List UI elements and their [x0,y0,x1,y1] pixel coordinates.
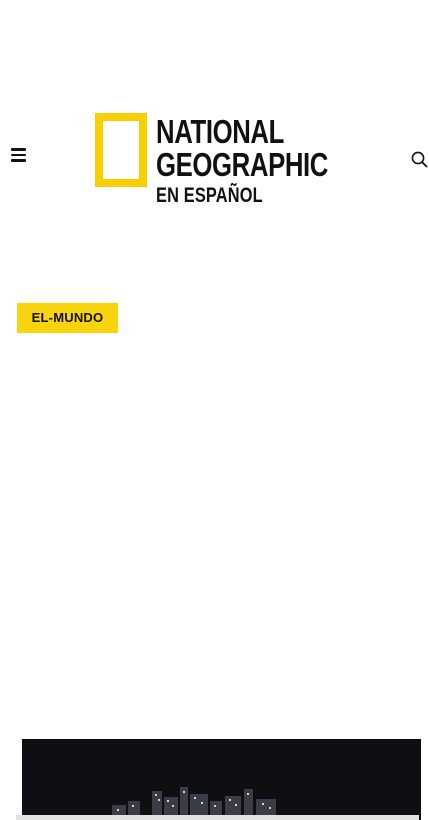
menu-bar [11,153,26,157]
image-bottom-border [16,815,419,820]
search-icon-graphic [411,151,428,168]
night-city-skyline [22,739,421,820]
menu-bar [11,159,26,162]
category-badge[interactable]: EL-MUNDO [17,303,118,333]
hamburger-menu-icon[interactable] [11,148,27,162]
article-title[interactable]: El Guernica: la oscura obra maestra del … [17,338,412,404]
article-thumbnail-image[interactable] [22,739,421,820]
logo-line-national: NATIONAL [156,113,284,150]
logo-line-geographic: GEOGRAPHIC [156,146,329,183]
site-header: NATIONAL GEOGRAPHIC EN ESPAÑOL [0,0,429,240]
logo-wordmark: NATIONAL GEOGRAPHIC EN ESPAÑOL [156,113,329,209]
logo-line-en-espanol: EN ESPAÑOL [156,184,263,207]
menu-bar [11,148,26,151]
search-icon[interactable] [410,150,429,170]
national-geographic-logo[interactable]: NATIONAL GEOGRAPHIC EN ESPAÑOL [94,113,350,207]
yellow-frame-logo-mark [95,113,147,187]
